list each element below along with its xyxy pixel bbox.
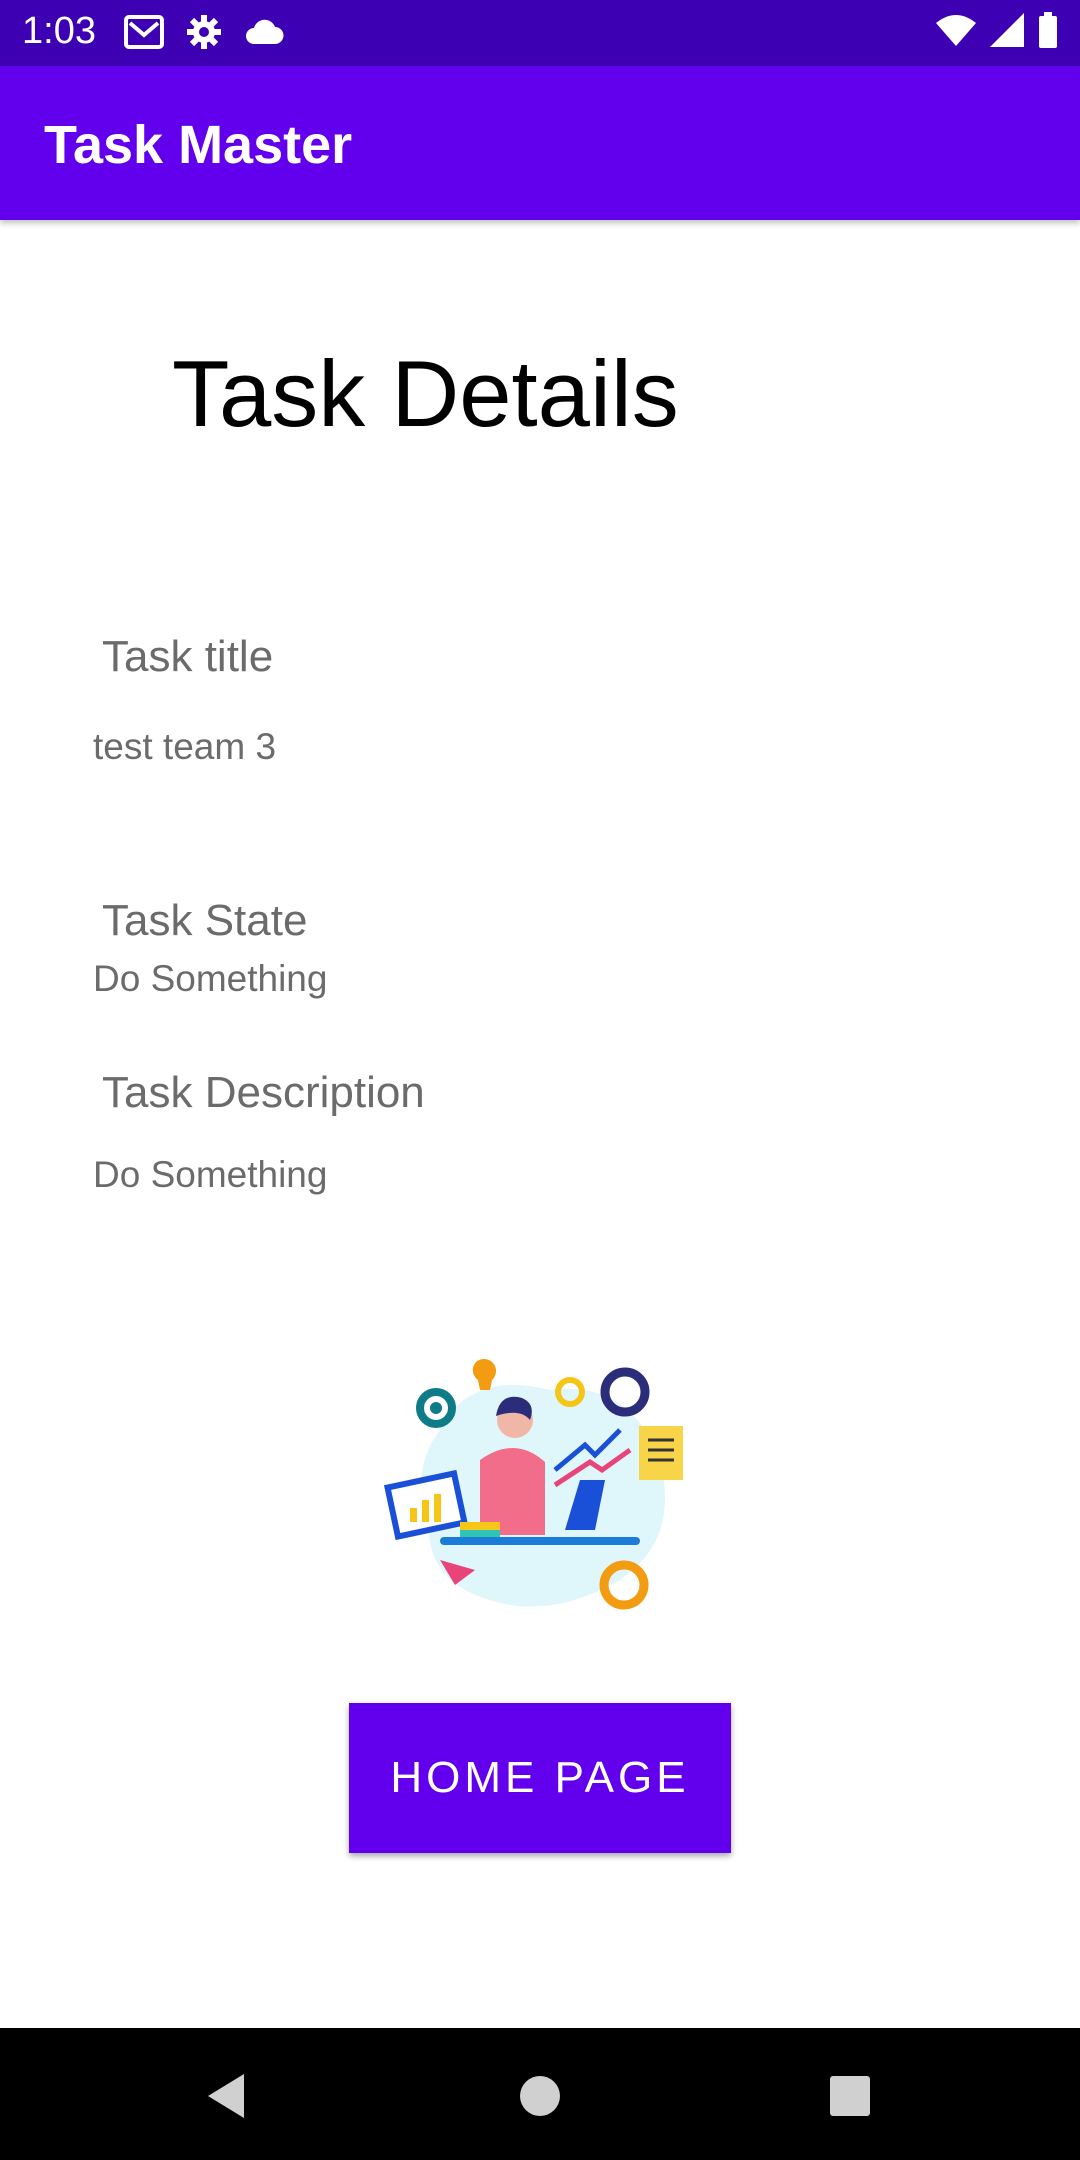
app-title: Task Master xyxy=(44,115,353,175)
navigation-bar xyxy=(0,2028,1080,2160)
app-bar: Task Master xyxy=(0,66,1080,220)
battery-icon xyxy=(1038,12,1058,53)
task-illustration xyxy=(380,1350,700,1630)
back-icon[interactable] xyxy=(194,2064,258,2128)
task-title-label: Task title xyxy=(102,632,274,681)
wifi-icon xyxy=(936,13,976,52)
home-icon[interactable] xyxy=(508,2064,572,2128)
status-bar: 1:03 xyxy=(0,0,1080,66)
cloud-icon xyxy=(244,18,284,51)
task-state-value: Do Something xyxy=(93,958,328,999)
signal-icon xyxy=(990,13,1024,52)
task-title-value: test team 3 xyxy=(93,726,277,767)
status-time: 1:03 xyxy=(22,10,96,52)
home-page-button[interactable]: HOME PAGE xyxy=(349,1703,731,1853)
task-state-label: Task State xyxy=(102,896,308,945)
page-heading: Task Details xyxy=(172,341,679,446)
recents-icon[interactable] xyxy=(818,2064,882,2128)
settings-icon xyxy=(186,14,222,55)
task-description-value: Do Something xyxy=(93,1154,328,1195)
gmail-icon xyxy=(124,15,164,54)
task-description-label: Task Description xyxy=(102,1068,425,1117)
